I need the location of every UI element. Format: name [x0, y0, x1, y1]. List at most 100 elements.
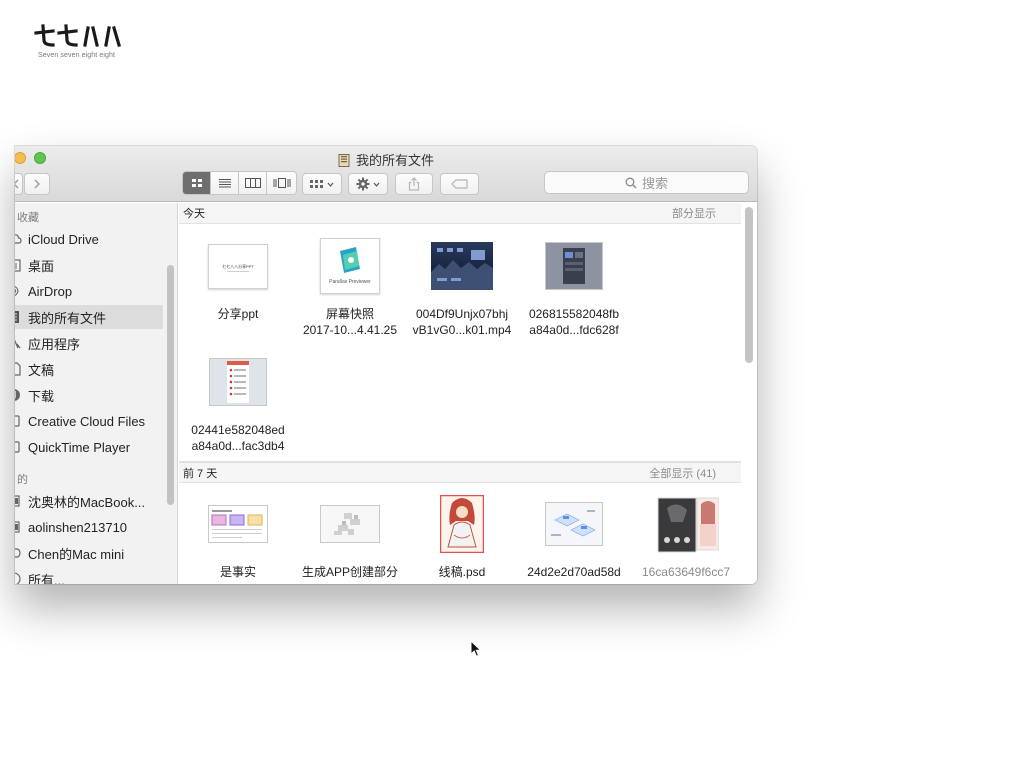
window-title: 我的所有文件	[15, 150, 757, 169]
sidebar-item-label: 所有...	[28, 572, 65, 585]
file-name: 026815582048fb a84a0d...fdc628f	[528, 307, 620, 337]
icon-view-button[interactable]	[183, 172, 211, 194]
arrange-grid-icon	[310, 180, 323, 188]
file-name: 生成APP创建部分	[301, 565, 398, 579]
tag-icon	[450, 179, 468, 189]
sidebar-item-label: aolinshen213710	[28, 519, 128, 535]
sidebar-item-downloads[interactable]: 下载	[15, 383, 163, 407]
list-view-button[interactable]	[211, 172, 239, 194]
spreadsheet-thumbnail	[208, 505, 268, 543]
image-thumbnail	[209, 358, 267, 406]
forward-button[interactable]	[24, 173, 50, 195]
sidebar-item-label: 文稿	[28, 362, 55, 378]
file-name: 是事实	[219, 565, 256, 579]
section-header-today: 今天 部分显示	[179, 203, 741, 224]
show-partial-link[interactable]: 部分显示	[672, 205, 716, 221]
cloud-icon	[15, 231, 28, 247]
tags-button[interactable]	[440, 173, 479, 195]
search-icon	[625, 177, 637, 188]
file-name: 16ca63649f6cc7	[641, 565, 731, 579]
sidebar-item-quicktime-player[interactable]: QuickTime Player	[15, 435, 163, 459]
image-thumbnail	[545, 502, 603, 546]
sidebar-scrollbar[interactable]	[167, 265, 174, 505]
sidebar-item-label: Creative Cloud Files	[28, 413, 146, 429]
thumbnail-text: 七七八八分享PPT	[222, 263, 254, 269]
documents-icon	[15, 361, 28, 377]
content-scrollbar[interactable]	[745, 207, 753, 363]
airdrop-icon	[15, 283, 28, 299]
thumbnail-caption: Parallax Previewer	[329, 279, 371, 285]
icon-grid-icon	[191, 179, 202, 187]
chevron-right-icon	[34, 179, 40, 189]
mac-mini-icon	[15, 545, 28, 561]
section-title: 前 7 天	[183, 467, 218, 480]
laptop-icon	[15, 493, 28, 509]
creative-cloud-icon	[15, 413, 28, 429]
share-icon	[408, 177, 420, 191]
finder-window: 我的所有文件 搜索 收藏 iCloud Drive 桌面 AirDrop 我的所…	[15, 146, 757, 584]
illustration-thumbnail	[440, 495, 484, 553]
view-mode-control	[182, 171, 297, 195]
file-name: 004Df9Unjx07bhj vB1vG0...k01.mp4	[412, 307, 512, 337]
sidebar-item-label: 应用程序	[28, 336, 81, 352]
quicktime-icon	[15, 439, 28, 455]
file-name: 屏幕快照 2017-10...4.41.25	[302, 307, 398, 337]
sidebar-item-aolinshen[interactable]: aolinshen213710	[15, 515, 163, 539]
sidebar-item-all-my-files[interactable]: 我的所有文件	[15, 305, 163, 329]
file-name: 线稿.psd	[438, 565, 486, 579]
chevron-down-icon	[327, 182, 334, 187]
brand-tagline: Seven seven eight eight	[38, 52, 116, 59]
brand-logo-mark	[34, 24, 121, 47]
all-my-files-icon	[338, 154, 350, 167]
sidebar-item-label: Chen的Mac mini	[28, 546, 125, 562]
section-header-last-7-days: 前 7 天 全部显示 (41)	[179, 462, 741, 483]
list-icon	[218, 179, 231, 188]
back-button[interactable]	[15, 173, 23, 195]
column-view-button[interactable]	[239, 172, 267, 194]
applications-icon	[15, 335, 28, 351]
sidebar-item-creative-cloud-files[interactable]: Creative Cloud Files	[15, 409, 163, 433]
sidebar-favorites-header: 收藏	[17, 212, 39, 224]
title-bar: 我的所有文件 搜索	[15, 146, 757, 202]
image-thumbnail	[545, 242, 603, 290]
section-title: 今天	[183, 208, 205, 220]
file-browser: 今天 部分显示 七七八八分享PPT 分享ppt Parallax Preview…	[179, 203, 757, 584]
search-field[interactable]: 搜索	[544, 171, 749, 194]
sidebar-item-label: 下载	[28, 388, 55, 404]
image-stack-thumbnail	[657, 497, 719, 553]
sidebar-item-all-network[interactable]: 所有...	[15, 567, 163, 584]
arrange-button[interactable]	[302, 173, 342, 195]
image-thumbnail	[320, 505, 380, 543]
sidebar-item-applications[interactable]: 应用程序	[15, 331, 163, 355]
computer-icon	[15, 519, 28, 535]
file-name: 02441e582048ed a84a0d...fac3db4	[191, 423, 285, 453]
show-all-link[interactable]: 全部显示 (41)	[649, 465, 716, 481]
sidebar-item-label: iCloud Drive	[28, 231, 99, 247]
ppt-thumbnail: 七七八八分享PPT	[208, 243, 268, 289]
chevron-down-icon	[373, 182, 380, 187]
sidebar-item-documents[interactable]: 文稿	[15, 357, 163, 381]
cover-flow-icon	[273, 178, 290, 188]
cover-flow-view-button[interactable]	[267, 172, 296, 194]
sidebar-item-label: 桌面	[28, 258, 55, 274]
desktop-icon	[15, 257, 28, 273]
sidebar-item-mac-mini[interactable]: Chen的Mac mini	[15, 541, 163, 565]
sidebar-item-macbook[interactable]: 沈奥林的MacBook...	[15, 489, 163, 513]
file-name: 24d2e2d70ad58d	[527, 565, 621, 579]
sidebar-item-desktop[interactable]: 桌面	[15, 253, 163, 277]
chevron-left-icon	[15, 179, 18, 189]
network-icon	[15, 571, 28, 584]
search-placeholder: 搜索	[641, 176, 668, 191]
sidebar-shared-header: 的	[17, 474, 28, 486]
sidebar-item-icloud-drive[interactable]: iCloud Drive	[15, 227, 163, 251]
sidebar-item-airdrop[interactable]: AirDrop	[15, 279, 163, 303]
columns-icon	[244, 178, 261, 188]
screenshot-thumbnail: Parallax Previewer	[320, 238, 380, 294]
video-thumbnail	[431, 242, 493, 290]
action-button[interactable]	[348, 173, 388, 195]
sidebar-item-label: QuickTime Player	[28, 439, 131, 455]
window-title-text: 我的所有文件	[355, 153, 434, 168]
share-button[interactable]	[395, 173, 433, 195]
mouse-cursor-icon	[470, 640, 482, 657]
downloads-icon	[15, 387, 28, 403]
